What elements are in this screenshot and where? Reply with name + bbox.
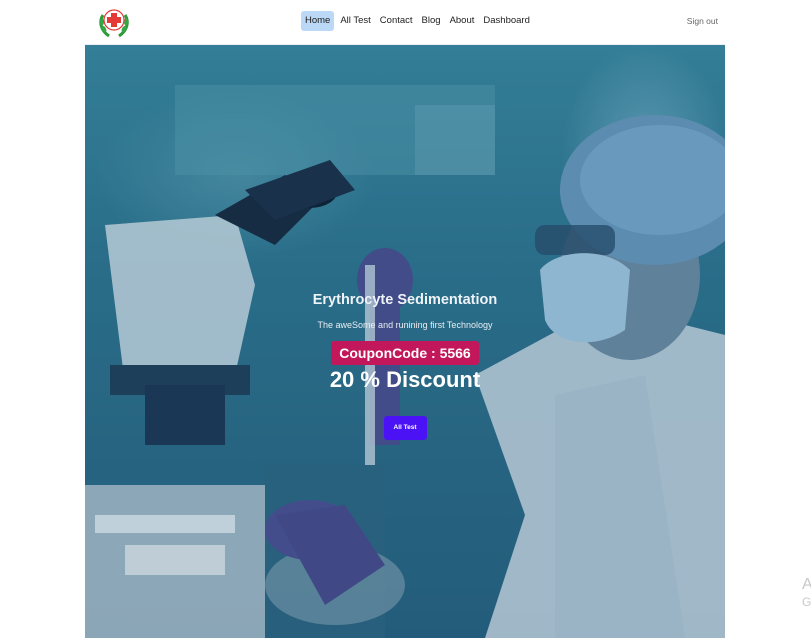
hero-title: Erythrocyte Sedimentation xyxy=(312,292,498,308)
nav-all-test[interactable]: All Test xyxy=(337,11,373,31)
coupon-code-badge: CouponCode : 5566 xyxy=(331,341,479,365)
sign-out-link[interactable]: Sign out xyxy=(687,16,718,26)
nav-dashboard[interactable]: Dashboard xyxy=(480,11,532,31)
logo-icon[interactable] xyxy=(97,5,131,39)
activation-watermark: A G xyxy=(802,575,811,609)
nav-about[interactable]: About xyxy=(447,11,478,31)
nav-contact[interactable]: Contact xyxy=(377,11,416,31)
hero-subtitle: The aweSome and runining first Technolog… xyxy=(317,320,493,330)
watermark-line-1: A xyxy=(802,576,811,593)
nav-blog[interactable]: Blog xyxy=(419,11,444,31)
hero-content: Erythrocyte Sedimentation The aweSome an… xyxy=(85,291,725,440)
discount-heading: 20 % Discount xyxy=(329,367,481,392)
hero-banner: Erythrocyte Sedimentation The aweSome an… xyxy=(85,45,725,638)
nav-links: Home All Test Contact Blog About Dashboa… xyxy=(301,11,533,31)
nav-home[interactable]: Home xyxy=(301,11,335,31)
watermark-line-2: G xyxy=(802,595,811,609)
all-test-button[interactable]: All Test xyxy=(383,416,427,440)
page: Home All Test Contact Blog About Dashboa… xyxy=(85,0,725,638)
navbar: Home All Test Contact Blog About Dashboa… xyxy=(85,0,725,45)
